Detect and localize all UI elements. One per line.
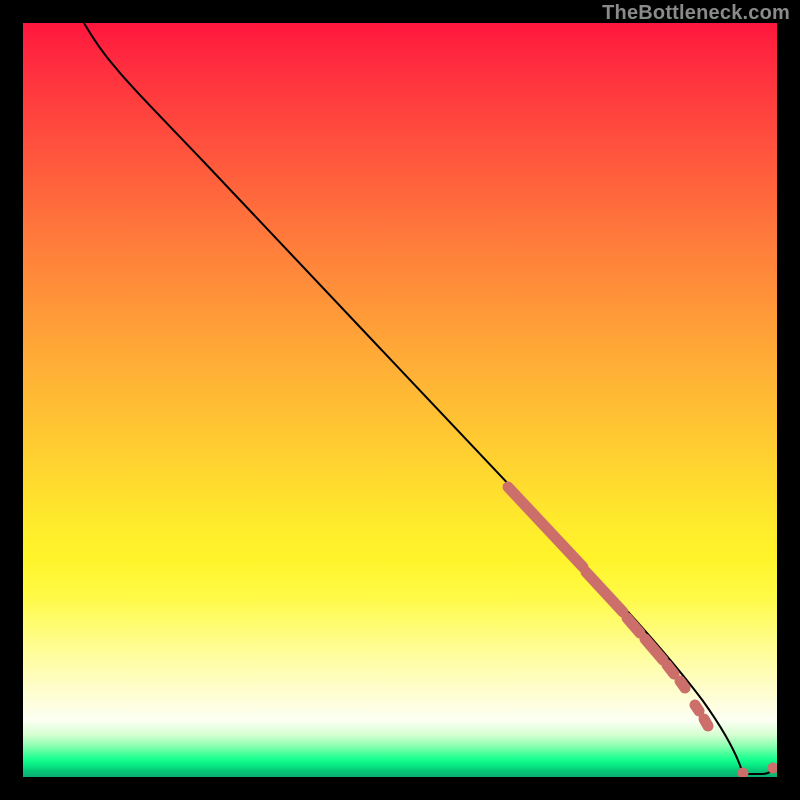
blob-segment (508, 487, 583, 567)
blob-segment (627, 618, 640, 633)
blob-segment (586, 572, 623, 612)
blob-segment (645, 639, 663, 660)
blob-segment (667, 665, 674, 674)
chart-stage: TheBottleneck.com (0, 0, 800, 800)
blob-segment (680, 681, 685, 688)
plot-area (23, 23, 777, 777)
blob-segment (695, 705, 699, 711)
bottleneck-curve (84, 23, 775, 774)
blob-segment (704, 719, 708, 726)
chart-svg-layer (23, 23, 777, 777)
blob-dot (738, 768, 749, 778)
curve-series (84, 23, 775, 774)
watermark-text: TheBottleneck.com (602, 2, 790, 25)
highlight-blobs (508, 487, 777, 777)
